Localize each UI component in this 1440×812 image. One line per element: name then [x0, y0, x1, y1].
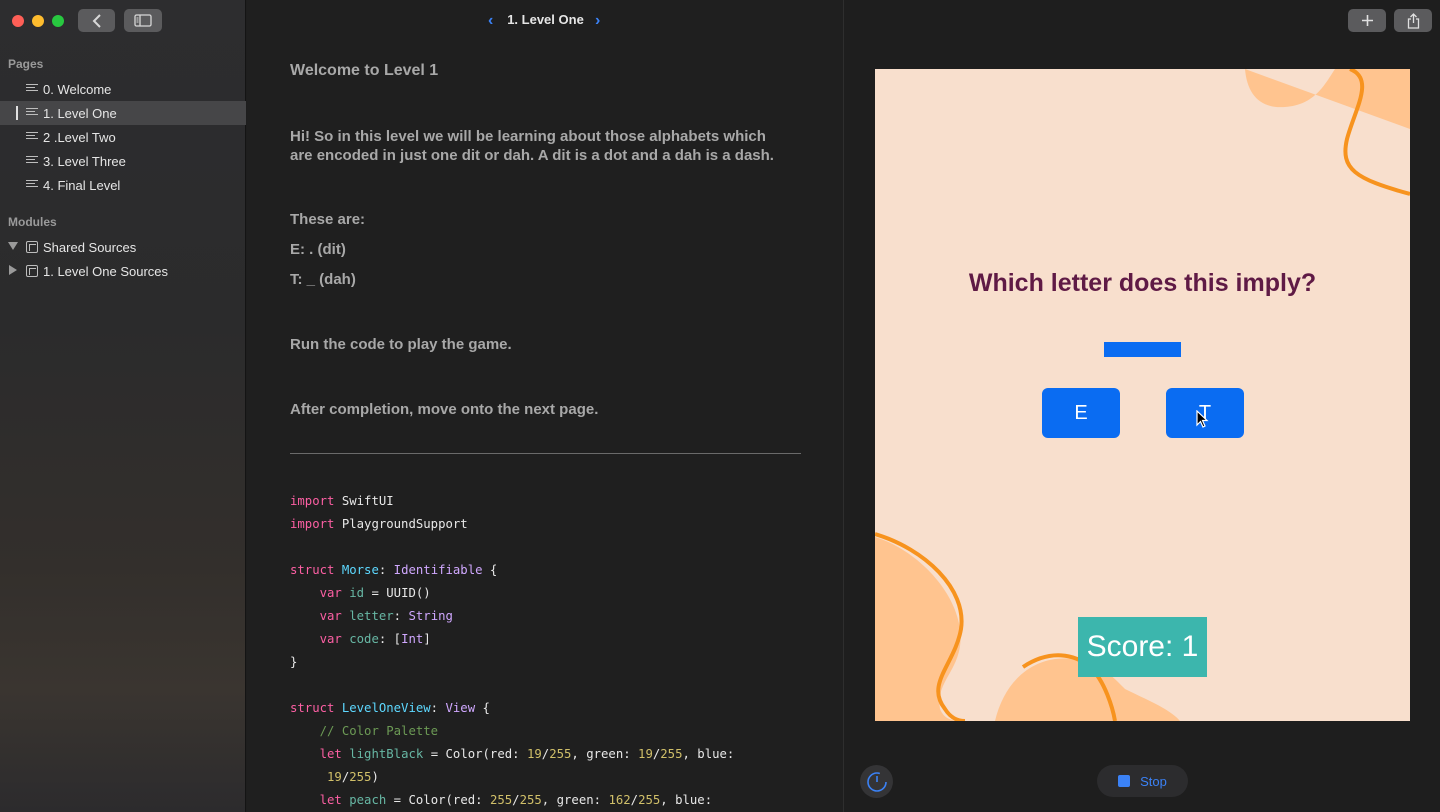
prose-these-are: These are:	[290, 211, 366, 228]
page-title: 1. Level One	[507, 12, 584, 27]
document-icon	[26, 84, 38, 95]
stop-button[interactable]: Stop	[1097, 765, 1188, 797]
prose-run: Run the code to play the game.	[290, 336, 512, 353]
sidebar-item-label: 2 .Level Two	[43, 130, 116, 145]
sidebar: Pages 0. Welcome 1. Level One 2 .Level T…	[0, 0, 246, 812]
stop-label: Stop	[1140, 773, 1167, 789]
share-button[interactable]	[1394, 9, 1432, 32]
speed-gauge-icon	[866, 771, 887, 792]
sidebar-item-label: 4. Final Level	[43, 178, 121, 193]
document-icon	[26, 180, 38, 191]
chevron-left-icon	[92, 13, 101, 28]
code-line: // Color Palette	[319, 724, 439, 738]
prose-divider	[290, 453, 801, 454]
plus-icon	[1361, 15, 1373, 26]
sidebar-toggle-icon	[134, 14, 152, 27]
morse-dah-symbol	[1104, 342, 1181, 357]
disclosure-collapsed-icon[interactable]	[9, 265, 17, 275]
back-button[interactable]	[78, 9, 115, 32]
editor-pane: ‹ 1. Level One › Welcome to Level 1 Hi! …	[247, 0, 844, 812]
code-line: struct LevelOneView: View {	[290, 701, 490, 715]
answer-e-button[interactable]: E	[1042, 388, 1120, 438]
zoom-window-button[interactable]	[52, 15, 64, 27]
question-text: Which letter does this imply?	[968, 269, 1317, 297]
live-view: Which letter does this imply? E T Score:…	[875, 69, 1410, 721]
document-icon	[26, 156, 38, 167]
module-icon	[26, 241, 38, 253]
sidebar-item-label: 0. Welcome	[43, 82, 112, 97]
stop-icon	[1118, 775, 1131, 787]
score-label: Score: 1	[1078, 617, 1207, 677]
sidebar-item-final-level[interactable]: 4. Final Level	[0, 173, 246, 197]
pages-section-label: Pages	[8, 57, 44, 71]
document-icon	[26, 132, 38, 143]
code-line: struct Morse: Identifiable {	[290, 563, 498, 577]
code-line: let lightBlack = Color(red: 19/255, gree…	[319, 747, 735, 761]
current-page-marker	[16, 106, 18, 120]
prose-after: After completion, move onto the next pag…	[290, 401, 599, 418]
code-line: var id = UUID()	[319, 586, 431, 600]
code-line: 19/255)	[327, 770, 379, 784]
sidebar-item-label: Shared Sources	[43, 240, 137, 255]
code-line: var letter: String	[319, 609, 453, 623]
disclosure-expanded-icon[interactable]	[8, 242, 18, 250]
module-icon	[26, 265, 38, 277]
add-button[interactable]	[1348, 9, 1386, 32]
code-line: import PlaygroundSupport	[290, 517, 468, 531]
prose-e-line: E: . (dit)	[290, 241, 346, 258]
code-line: var code: [Int]	[319, 632, 431, 646]
sidebar-item-level-two[interactable]: 2 .Level Two	[0, 125, 246, 149]
code-line: import SwiftUI	[290, 494, 394, 508]
sidebar-item-label: 1. Level One	[43, 106, 117, 121]
code-editor[interactable]: import SwiftUI import PlaygroundSupport s…	[290, 490, 734, 812]
cursor-pointer-icon	[1196, 410, 1209, 428]
next-page-chevron-icon[interactable]: ›	[595, 12, 600, 30]
sidebar-item-shared-sources[interactable]: Shared Sources	[0, 235, 246, 259]
sidebar-item-level-three[interactable]: 3. Level Three	[0, 149, 246, 173]
share-icon	[1407, 12, 1419, 29]
run-speed-button[interactable]	[860, 765, 893, 798]
sidebar-item-level-one-sources[interactable]: 1. Level One Sources	[0, 259, 246, 283]
sidebar-item-label: 3. Level Three	[43, 154, 126, 169]
sidebar-item-label: 1. Level One Sources	[43, 264, 169, 279]
prose-intro-line1: Hi! So in this level we will be learning…	[290, 128, 766, 145]
prose-heading: Welcome to Level 1	[290, 62, 439, 79]
sidebar-toggle-button[interactable]	[124, 9, 162, 32]
prose-t-line: T: _ (dah)	[290, 271, 356, 288]
code-line: let peach = Color(red: 255/255, green: 1…	[319, 793, 713, 807]
modules-section-label: Modules	[8, 215, 57, 229]
sidebar-item-welcome[interactable]: 0. Welcome	[0, 77, 246, 101]
prose-intro-line2: are encoded in just one dit or dah. A di…	[290, 147, 774, 164]
minimize-window-button[interactable]	[32, 15, 44, 27]
sidebar-item-level-one[interactable]: 1. Level One	[0, 101, 246, 125]
close-window-button[interactable]	[12, 15, 24, 27]
code-line: }	[290, 655, 298, 669]
document-icon	[26, 108, 38, 119]
